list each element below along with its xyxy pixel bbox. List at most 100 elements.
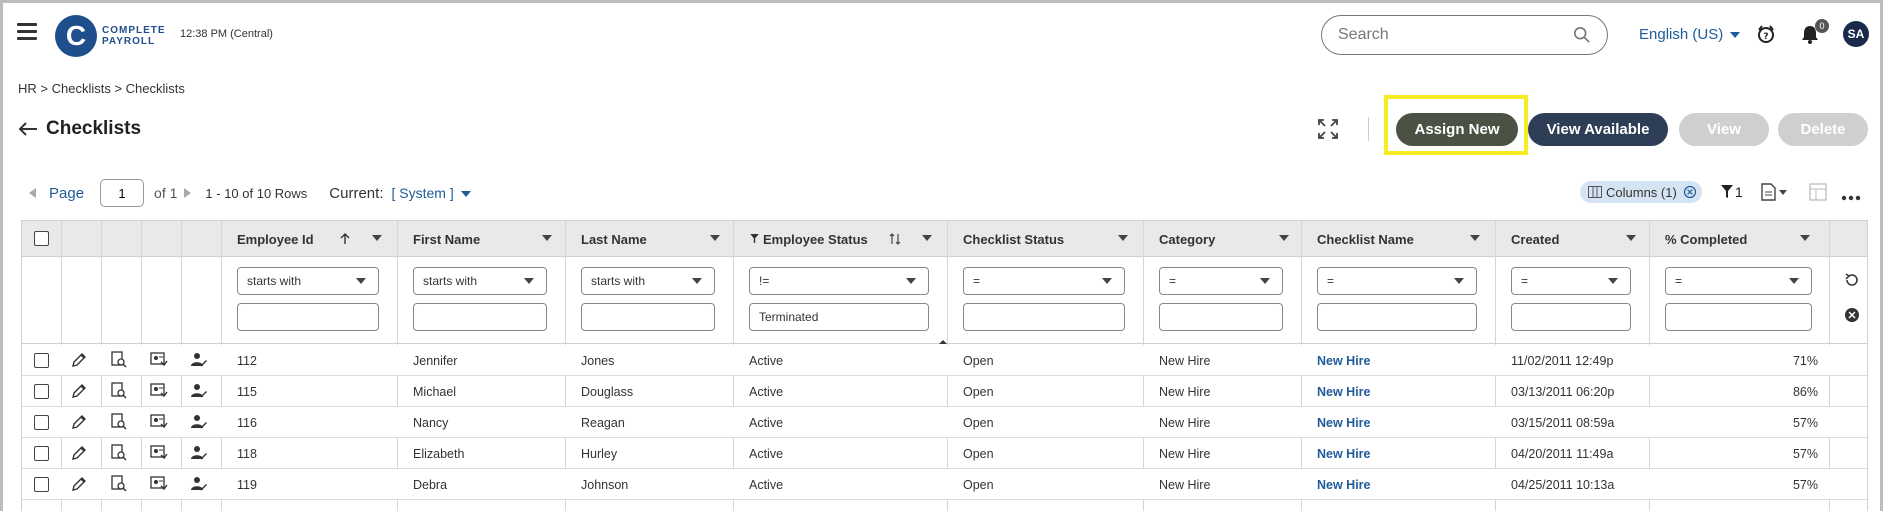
filter-value-percent-completed[interactable] [1665,303,1812,331]
column-menu-icon[interactable] [1626,235,1636,241]
sort-up-icon[interactable] [340,233,350,245]
column-menu-icon[interactable] [710,235,720,241]
view-details-icon[interactable] [110,475,128,493]
view-available-button[interactable]: View Available [1528,113,1668,146]
reset-filters-icon[interactable] [1844,272,1860,288]
sort-icon[interactable] [889,233,901,245]
view-details-icon[interactable] [110,351,128,369]
row-checkbox[interactable] [34,446,49,461]
view-details-icon[interactable] [110,413,128,431]
breadcrumb[interactable]: HR > Checklists > Checklists [18,81,185,96]
view-details-icon[interactable] [110,382,128,400]
avatar[interactable]: SA [1843,21,1869,47]
cell-checklist-name[interactable]: New Hire [1302,407,1496,438]
filter-operator-checklist-status[interactable]: = [963,267,1125,295]
filter-value-first-name[interactable] [413,303,547,331]
row-checkbox[interactable] [34,384,49,399]
column-header-percent-completed[interactable]: % Completed [1650,221,1830,257]
column-header-last-name[interactable]: Last Name [566,221,734,257]
cell-checklist-name[interactable]: New Hire [1302,376,1496,407]
search-box[interactable] [1321,15,1608,55]
menu-icon[interactable] [17,23,37,41]
help-icon[interactable]: ? [1755,23,1777,45]
edit-icon[interactable] [70,444,88,462]
edit-icon[interactable] [70,382,88,400]
cell-checklist-name[interactable]: New Hire [1302,345,1496,376]
current-view-selector[interactable]: [ System ] [391,185,471,201]
select-all-checkbox[interactable] [34,231,49,246]
column-menu-icon[interactable] [1470,235,1480,241]
checklist-detail-icon[interactable] [150,382,168,400]
filter-operator-created[interactable]: = [1511,267,1631,295]
employee-edit-icon[interactable] [190,444,208,462]
row-checkbox[interactable] [34,415,49,430]
checklist-detail-icon[interactable] [150,475,168,493]
close-icon[interactable] [1683,185,1697,199]
column-menu-icon[interactable] [372,235,382,241]
filter-operator-category[interactable]: = [1159,267,1283,295]
search-input[interactable] [1338,26,1573,44]
checklist-detail-icon[interactable] [150,444,168,462]
checklist-detail-icon[interactable] [150,351,168,369]
filter-value-last-name[interactable] [581,303,715,331]
edit-icon[interactable] [70,475,88,493]
filter-toggle[interactable]: 1 [1721,183,1743,201]
column-header-created[interactable]: Created [1496,221,1650,257]
filter-value-category[interactable] [1159,303,1283,331]
clear-filters-icon[interactable] [1844,307,1860,323]
column-header-employee-id[interactable]: Employee Id [222,221,398,257]
export-document-icon[interactable] [1761,183,1789,201]
edit-icon[interactable] [70,351,88,369]
assign-new-button[interactable]: Assign New [1396,113,1518,146]
employee-edit-icon[interactable] [190,475,208,493]
column-menu-icon[interactable] [1279,235,1289,241]
view-button[interactable]: View [1679,113,1769,146]
checklist-detail-icon[interactable] [150,413,168,431]
employee-edit-icon[interactable] [190,413,208,431]
more-options-icon[interactable] [1841,189,1861,207]
column-header-employee-status[interactable]: Employee Status [734,221,948,257]
back-arrow-icon[interactable] [18,121,38,137]
view-details-icon[interactable] [110,444,128,462]
filter-operator-checklist-name[interactable]: = [1317,267,1477,295]
column-header-first-name[interactable]: First Name [398,221,566,257]
filter-operator-percent-completed[interactable]: = [1665,267,1812,295]
column-menu-icon[interactable] [542,235,552,241]
filter-operator-first-name[interactable]: starts with [413,267,547,295]
edit-icon[interactable] [70,413,88,431]
column-header-checklist-status[interactable]: Checklist Status [948,221,1144,257]
filter-value-employee-status[interactable]: Terminated [749,303,929,331]
column-header-checklist-name[interactable]: Checklist Name [1302,221,1496,257]
employee-edit-icon[interactable] [190,351,208,369]
prev-page-icon[interactable] [29,188,37,198]
cell-checklist-name[interactable]: New Hire [1302,469,1496,500]
page-number-input[interactable] [100,179,145,207]
filter-operator-employee-id[interactable]: starts with [237,267,379,295]
table-row[interactable]: 112 Jennifer Jones Active Open New Hire New Hi… [22,345,1867,376]
table-row[interactable]: 119 Debra Johnson Active Open New Hire New Hir… [22,469,1867,500]
filter-operator-last-name[interactable]: starts with [581,267,715,295]
column-menu-icon[interactable] [1800,235,1810,241]
expand-icon[interactable] [1317,118,1339,140]
table-row[interactable]: 118 Elizabeth Hurley Active Open New Hire New … [22,438,1867,469]
company-logo[interactable]: C COMPLETE PAYROLL [55,15,166,57]
language-selector[interactable]: English (US) [1639,26,1741,43]
filter-operator-employee-status[interactable]: != [749,267,929,295]
next-page-icon[interactable] [183,188,192,198]
column-menu-icon[interactable] [1118,235,1128,241]
row-checkbox[interactable] [34,477,49,492]
employee-edit-icon[interactable] [190,382,208,400]
grid-layout-icon[interactable] [1809,183,1827,201]
column-menu-icon[interactable] [922,235,932,241]
filter-value-created[interactable] [1511,303,1631,331]
filter-value-checklist-status[interactable] [963,303,1125,331]
table-row[interactable]: 115 Michael Douglass Active Open New Hire New … [22,376,1867,407]
filter-value-employee-id[interactable] [237,303,379,331]
table-row[interactable]: 116 Nancy Reagan Active Open New Hire New Hire… [22,407,1867,438]
search-icon[interactable] [1573,26,1591,44]
row-checkbox[interactable] [34,353,49,368]
columns-chip[interactable]: Columns (1) [1580,181,1702,203]
cell-checklist-name[interactable]: New Hire [1302,438,1496,469]
delete-button[interactable]: Delete [1778,113,1868,146]
filter-value-checklist-name[interactable] [1317,303,1477,331]
